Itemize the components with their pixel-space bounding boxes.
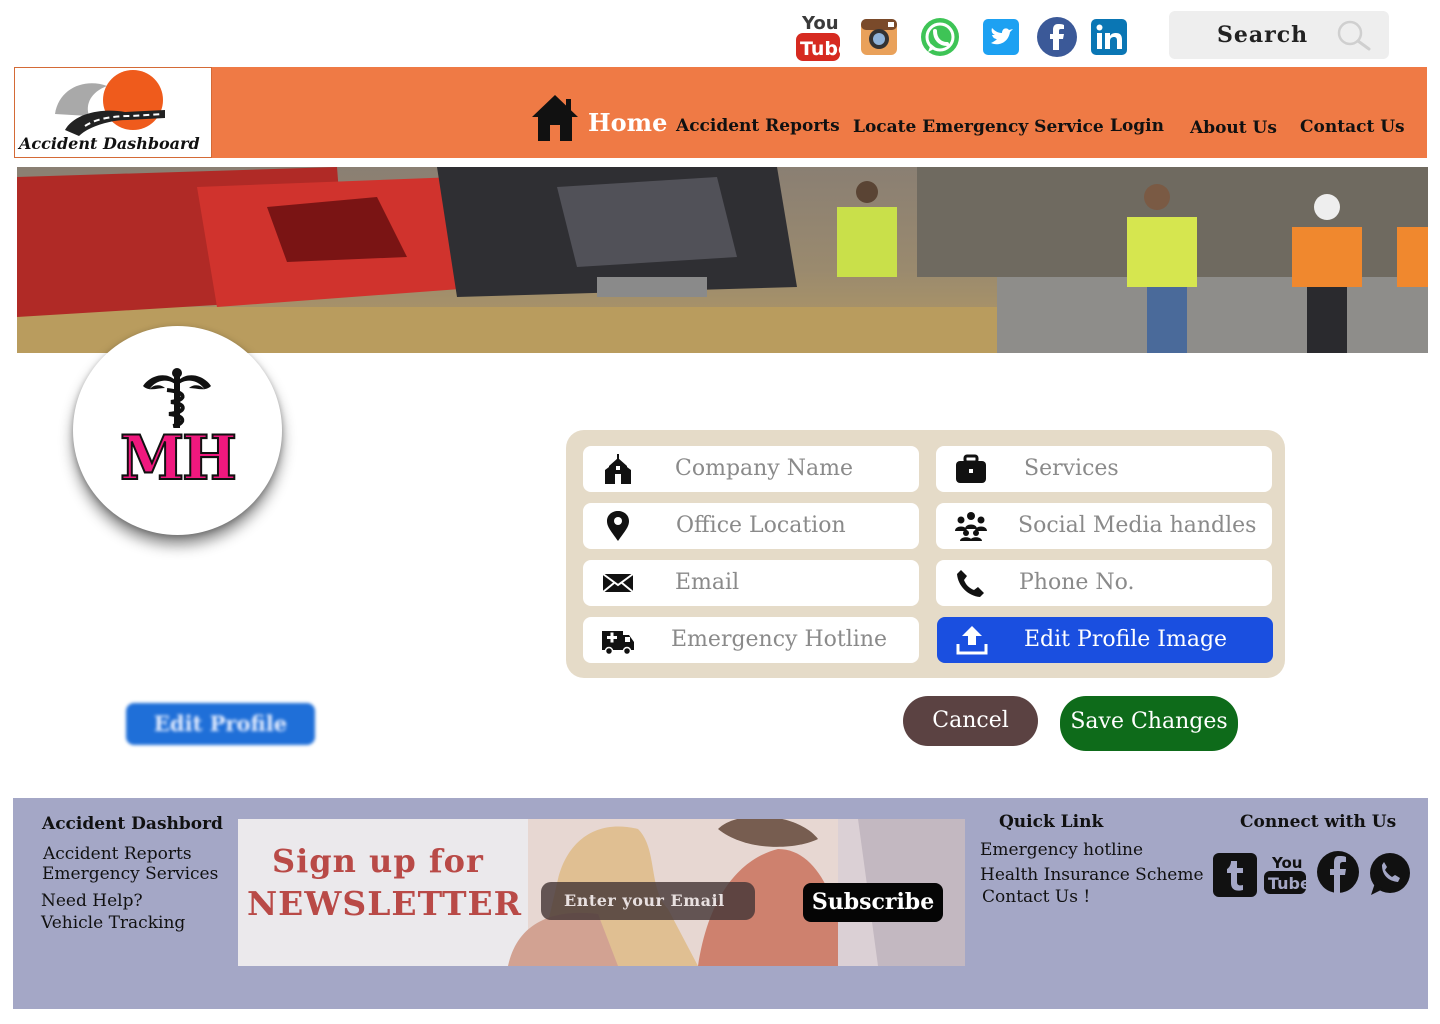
- search-label: Search: [1217, 22, 1309, 48]
- office-location-placeholder: Office Location: [676, 513, 846, 538]
- avatar-initials: MH: [119, 421, 238, 495]
- subscribe-button[interactable]: Subscribe: [803, 883, 943, 922]
- cancel-button[interactable]: Cancel: [903, 696, 1038, 746]
- newsletter-title-line1: Sign up for: [272, 842, 484, 880]
- group-people-icon: [955, 512, 987, 541]
- tumblr-icon[interactable]: [1213, 853, 1257, 897]
- whatsapp-icon[interactable]: [1367, 851, 1413, 897]
- accident-banner-image: [17, 167, 1428, 353]
- briefcase-icon: [956, 454, 986, 483]
- nav-home[interactable]: Home: [588, 108, 667, 137]
- newsletter-email-placeholder: Enter your Email: [564, 891, 725, 910]
- phone-icon: [957, 570, 984, 597]
- caduceus-icon: [143, 368, 211, 428]
- quick-link-title: Quick Link: [999, 812, 1104, 832]
- logo[interactable]: Accident Dashboard: [14, 67, 212, 158]
- social-media-placeholder: Social Media handles: [1018, 513, 1257, 538]
- email-placeholder: Email: [675, 570, 740, 595]
- ambulance-icon: [602, 631, 634, 655]
- footer-link-accident-reports[interactable]: Accident Reports: [43, 844, 192, 864]
- svg-text:Tube: Tube: [800, 38, 842, 60]
- footer-link-emergency-services[interactable]: Emergency Services: [42, 864, 218, 884]
- upload-icon: [956, 626, 988, 655]
- edit-profile-image-label: Edit Profile Image: [1024, 627, 1228, 652]
- svg-text:Tube: Tube: [1268, 874, 1307, 893]
- instagram-icon[interactable]: [859, 10, 899, 64]
- emergency-hotline-field[interactable]: Emergency Hotline: [583, 617, 919, 663]
- footer-link-need-help[interactable]: Need Help?: [41, 891, 143, 911]
- social-media-field[interactable]: Social Media handles: [936, 503, 1272, 549]
- nav-accident-reports[interactable]: Accident Reports: [676, 116, 840, 136]
- newsletter-email-input[interactable]: Enter your Email: [541, 882, 755, 920]
- youtube-icon[interactable]: You Tube: [793, 10, 843, 64]
- location-pin-icon: [607, 511, 629, 541]
- footer-brand-title: Accident Dashbord: [42, 814, 223, 834]
- facebook-icon[interactable]: [1316, 850, 1360, 894]
- nav-about[interactable]: About Us: [1190, 118, 1277, 138]
- nav-login[interactable]: Login: [1110, 116, 1164, 136]
- newsletter-title-line2: NEWSLETTER: [247, 884, 523, 923]
- footer-link-vehicle-tracking[interactable]: Vehicle Tracking: [41, 913, 185, 933]
- nav-contact[interactable]: Contact Us: [1300, 117, 1405, 137]
- envelope-icon: [602, 573, 634, 593]
- office-location-field[interactable]: Office Location: [583, 503, 919, 549]
- profile-avatar[interactable]: MH: [73, 326, 282, 535]
- whatsapp-icon[interactable]: [919, 10, 961, 64]
- logo-text: Accident Dashboard: [19, 134, 200, 153]
- linkedin-icon[interactable]: [1090, 10, 1128, 64]
- search-icon[interactable]: [1335, 19, 1373, 55]
- services-placeholder: Services: [1024, 456, 1119, 481]
- services-field[interactable]: Services: [936, 446, 1272, 492]
- edit-profile-button[interactable]: Edit Profile: [126, 703, 315, 745]
- phone-field[interactable]: Phone No.: [936, 560, 1272, 606]
- company-name-field[interactable]: Company Name: [583, 446, 919, 492]
- header-bar: [14, 67, 1427, 158]
- quick-link-health-insurance[interactable]: Health Insurance Scheme: [980, 865, 1204, 885]
- twitter-icon[interactable]: [982, 10, 1020, 64]
- email-field[interactable]: Email: [583, 560, 919, 606]
- svg-text:You: You: [1271, 854, 1302, 872]
- quick-link-contact-us[interactable]: Contact Us !: [982, 887, 1090, 907]
- svg-text:You: You: [801, 13, 839, 34]
- search-box[interactable]: Search: [1169, 11, 1389, 59]
- nav-locate-emergency[interactable]: Locate Emergency Service: [853, 117, 1104, 137]
- company-name-placeholder: Company Name: [675, 456, 853, 481]
- facebook-icon[interactable]: [1036, 10, 1078, 64]
- save-changes-button[interactable]: Save Changes: [1060, 696, 1238, 751]
- connect-title: Connect with Us: [1240, 812, 1397, 832]
- phone-placeholder: Phone No.: [1019, 570, 1135, 595]
- edit-profile-image-button[interactable]: Edit Profile Image: [937, 617, 1273, 663]
- quick-link-emergency-hotline[interactable]: Emergency hotline: [980, 840, 1143, 860]
- emergency-hotline-placeholder: Emergency Hotline: [671, 627, 888, 652]
- logo-mark-icon: [55, 70, 165, 136]
- youtube-icon[interactable]: You Tube: [1263, 852, 1307, 896]
- building-icon: [605, 454, 631, 484]
- home-icon[interactable]: [530, 93, 580, 143]
